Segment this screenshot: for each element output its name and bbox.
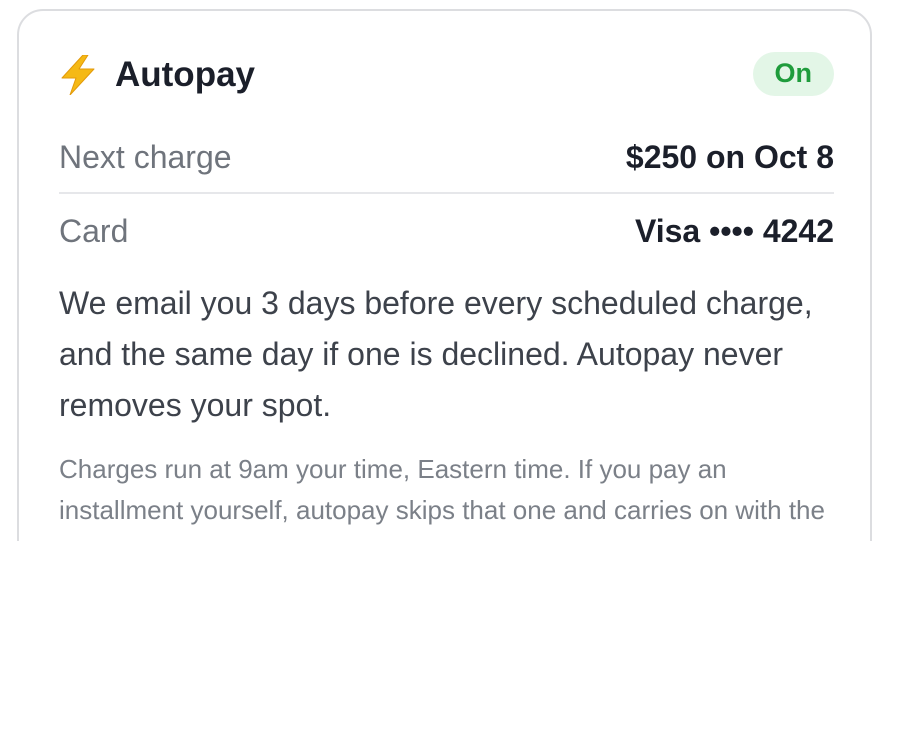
card-title: Autopay bbox=[115, 55, 255, 94]
autopay-description: We email you 3 days before every schedul… bbox=[59, 285, 813, 423]
next-charge-value: $250 on Oct 8 bbox=[625, 139, 834, 175]
next-charge-row: Next charge $250 on Oct 8 bbox=[59, 137, 834, 177]
card-header: Autopay On bbox=[59, 51, 834, 99]
lightning-bolt-icon bbox=[59, 54, 97, 96]
viewport: Autopay On Next charge $250 on Oct 8 Car… bbox=[0, 0, 900, 541]
status-badge: On bbox=[752, 52, 834, 96]
autopay-card: Autopay On Next charge $250 on Oct 8 Car… bbox=[17, 9, 872, 541]
card-label: Card bbox=[59, 213, 129, 249]
next-charge-label: Next charge bbox=[59, 139, 232, 175]
fine-print: Charges run at 9am your time, Eastern ti… bbox=[59, 454, 825, 541]
card-value: Visa •••• 4242 bbox=[634, 213, 834, 249]
divider bbox=[59, 192, 834, 194]
card-row: Card Visa •••• 4242 bbox=[59, 211, 834, 251]
